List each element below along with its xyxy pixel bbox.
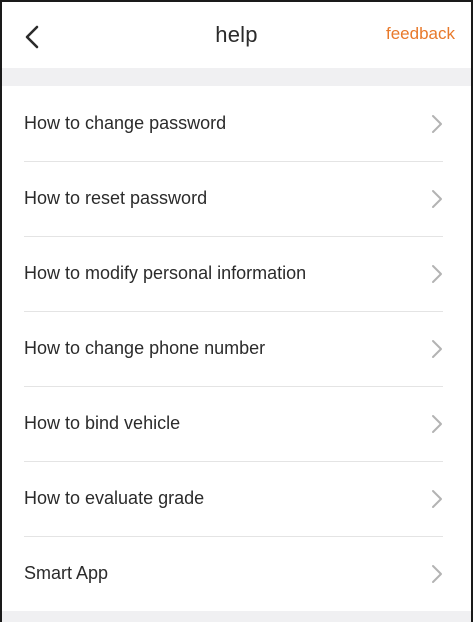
chevron-right-icon	[431, 339, 443, 359]
section-gap	[2, 68, 471, 86]
chevron-right-icon	[431, 114, 443, 134]
list-item-label: How to reset password	[24, 188, 208, 208]
list-item-reset-password[interactable]: How to reset password	[2, 161, 471, 236]
section-gap-bottom	[2, 611, 471, 622]
list-item-bind-vehicle[interactable]: How to bind vehicle	[2, 386, 471, 461]
page-title: help	[215, 22, 258, 47]
list-item-label: Smart App	[24, 563, 109, 583]
feedback-button[interactable]: feedback	[386, 24, 455, 44]
header-bar: help feedback	[2, 2, 471, 68]
list-item-label: How to modify personal information	[24, 263, 307, 283]
help-list: How to change password How to reset pass…	[2, 86, 471, 611]
chevron-right-icon	[431, 564, 443, 584]
chevron-right-icon	[431, 489, 443, 509]
chevron-left-icon	[22, 24, 44, 50]
list-item-label: How to evaluate grade	[24, 488, 205, 508]
list-item-modify-personal-info[interactable]: How to modify personal information	[2, 236, 471, 311]
list-item-label: How to bind vehicle	[24, 413, 181, 433]
chevron-right-icon	[431, 264, 443, 284]
list-item-evaluate-grade[interactable]: How to evaluate grade	[2, 461, 471, 536]
help-screen: help feedback How to change password How…	[0, 0, 473, 622]
list-item-change-password[interactable]: How to change password	[2, 86, 471, 161]
chevron-right-icon	[431, 189, 443, 209]
list-item-change-phone[interactable]: How to change phone number	[2, 311, 471, 386]
list-item-label: How to change password	[24, 113, 227, 133]
chevron-right-icon	[431, 414, 443, 434]
list-item-smart-app[interactable]: Smart App	[2, 536, 471, 611]
list-item-label: How to change phone number	[24, 338, 266, 358]
back-button[interactable]	[22, 24, 44, 50]
